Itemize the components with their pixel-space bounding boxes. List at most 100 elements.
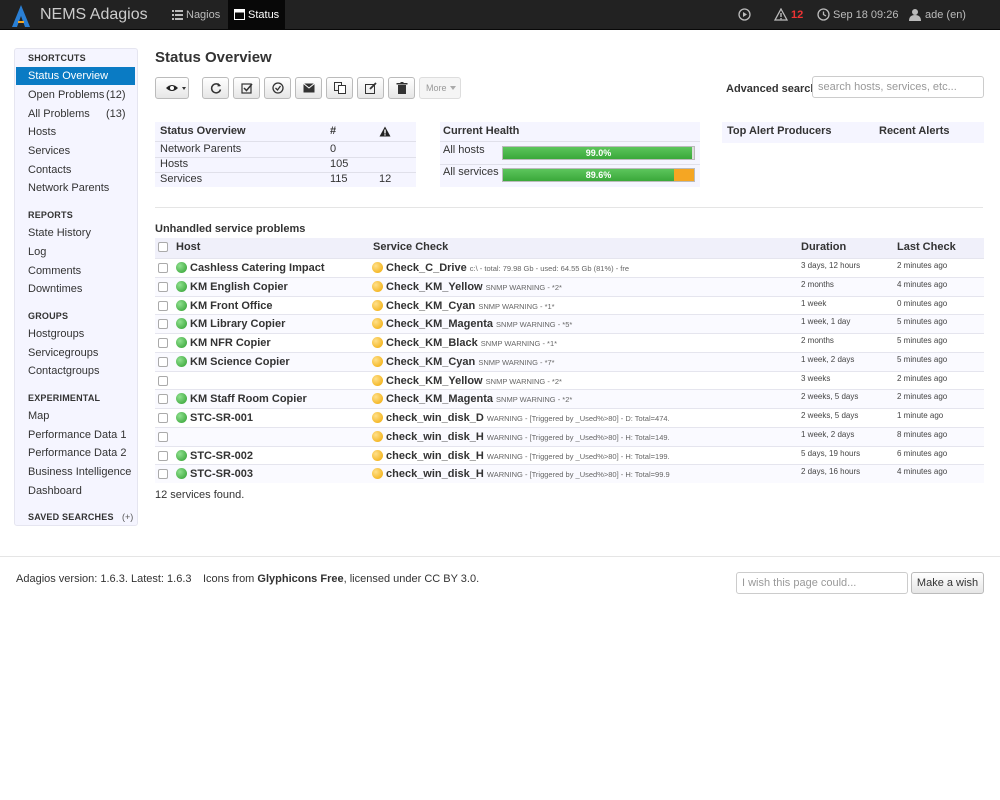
- downtime-button[interactable]: [264, 77, 291, 99]
- host-name[interactable]: Cashless Catering Impact: [190, 259, 325, 277]
- host-name[interactable]: KM NFR Copier: [190, 334, 271, 352]
- row-checkbox[interactable]: [158, 431, 168, 442]
- service-check[interactable]: Check_KM_Cyan SNMP WARNING - *7*: [386, 353, 786, 372]
- sidebar-item-hosts[interactable]: Hosts: [16, 123, 135, 141]
- service-check[interactable]: check_win_disk_H WARNING - [Triggered by…: [386, 465, 786, 484]
- host-name[interactable]: KM Library Copier: [190, 315, 285, 333]
- service-name[interactable]: Check_KM_Black: [386, 337, 478, 349]
- copy-button[interactable]: [326, 77, 353, 99]
- sidebar-item-dashboard[interactable]: Dashboard: [16, 482, 135, 500]
- row-checkbox[interactable]: [158, 356, 168, 367]
- overview-problem-count[interactable]: 12: [374, 172, 391, 187]
- nav-status[interactable]: Status: [228, 0, 285, 30]
- alerts-indicator[interactable]: 12: [774, 0, 806, 30]
- make-a-wish-button[interactable]: Make a wish: [911, 572, 984, 594]
- sidebar-item-hostgroups[interactable]: Hostgroups: [16, 325, 135, 343]
- table-row[interactable]: check_win_disk_H WARNING - [Triggered by…: [155, 426, 984, 447]
- service-name[interactable]: Check_KM_Cyan: [386, 300, 475, 312]
- table-row[interactable]: KM Staff Room Copier Check_KM_Magenta SNM…: [155, 389, 984, 409]
- row-checkbox[interactable]: [158, 375, 168, 386]
- acknowledge-button[interactable]: [233, 77, 260, 99]
- service-name[interactable]: Check_KM_Magenta: [386, 393, 493, 405]
- add-saved-search-button[interactable]: (+): [122, 512, 133, 522]
- sidebar-item-all-problems[interactable]: All Problems (13): [16, 105, 135, 123]
- services-health-bar[interactable]: 89.6%: [502, 168, 695, 182]
- sidebar-item-log[interactable]: Log: [16, 243, 135, 261]
- column-duration[interactable]: Duration: [801, 238, 846, 257]
- glyphicons-link[interactable]: Glyphicons Free: [257, 573, 343, 585]
- more-dropdown-button[interactable]: More: [419, 77, 461, 99]
- table-row[interactable]: STC-SR-001 check_win_disk_D WARNING - [Tr…: [155, 408, 984, 427]
- user-menu[interactable]: ade (en): [909, 0, 989, 30]
- overview-row-network-parents[interactable]: Network Parents: [155, 142, 241, 157]
- service-name[interactable]: check_win_disk_H: [386, 450, 484, 462]
- table-row[interactable]: KM Library Copier Check_KM_Magenta SNMP W…: [155, 314, 984, 334]
- service-check[interactable]: Check_KM_Yellow SNMP WARNING - *2*: [386, 372, 786, 391]
- table-row[interactable]: Check_KM_Yellow SNMP WARNING - *2* 3 week…: [155, 370, 984, 391]
- sidebar-item-services[interactable]: Services: [16, 142, 135, 160]
- service-check[interactable]: check_win_disk_H WARNING - [Triggered by…: [386, 428, 786, 447]
- sidebar-item-network-parents[interactable]: Network Parents: [16, 179, 135, 197]
- host-name[interactable]: STC-SR-001: [190, 409, 253, 427]
- sidebar-item-comments[interactable]: Comments: [16, 262, 135, 280]
- service-check[interactable]: Check_KM_Yellow SNMP WARNING - *2*: [386, 278, 786, 297]
- sidebar-item-open-problems[interactable]: Open Problems (12): [16, 86, 135, 104]
- service-check[interactable]: Check_KM_Magenta SNMP WARNING - *5*: [386, 315, 786, 334]
- sidebar-item-servicegroups[interactable]: Servicegroups: [16, 344, 135, 362]
- sidebar-item-performance-data-1[interactable]: Performance Data 1: [16, 426, 135, 444]
- sidebar-item-business-intelligence[interactable]: Business Intelligence: [16, 463, 135, 481]
- wish-input[interactable]: [736, 572, 908, 594]
- edit-button[interactable]: [357, 77, 384, 99]
- advanced-search-link[interactable]: Advanced search: [726, 83, 817, 95]
- row-checkbox[interactable]: [158, 338, 168, 348]
- service-name[interactable]: Check_C_Drive: [386, 262, 467, 274]
- row-checkbox[interactable]: [158, 319, 168, 330]
- sidebar-item-contactgroups[interactable]: Contactgroups: [16, 362, 135, 380]
- host-name[interactable]: KM English Copier: [190, 278, 288, 296]
- host-name[interactable]: STC-SR-003: [190, 465, 253, 483]
- service-name[interactable]: Check_KM_Cyan: [386, 356, 475, 368]
- table-row[interactable]: KM Front Office Check_KM_Cyan SNMP WARNIN…: [155, 295, 984, 316]
- row-checkbox[interactable]: [158, 413, 168, 423]
- service-name[interactable]: check_win_disk_H: [386, 468, 484, 480]
- table-row[interactable]: KM English Copier Check_KM_Yellow SNMP WA…: [155, 276, 984, 297]
- play-button[interactable]: [738, 0, 752, 30]
- service-check[interactable]: Check_KM_Magenta SNMP WARNING - *2*: [386, 390, 786, 409]
- row-checkbox[interactable]: [158, 394, 168, 405]
- table-row[interactable]: STC-SR-003 check_win_disk_H WARNING - [Tr…: [155, 464, 984, 484]
- refresh-button[interactable]: [202, 77, 229, 99]
- table-row[interactable]: KM Science Copier Check_KM_Cyan SNMP WARN…: [155, 351, 984, 372]
- sidebar-item-downtimes[interactable]: Downtimes: [16, 280, 135, 298]
- hosts-health-bar[interactable]: 99.0%: [502, 146, 695, 160]
- send-notification-button[interactable]: [295, 77, 322, 99]
- service-check[interactable]: Check_KM_Black SNMP WARNING - *1*: [386, 334, 786, 353]
- row-checkbox[interactable]: [158, 281, 168, 292]
- service-check[interactable]: Check_C_Drive c:\ - total: 79.98 Gb - us…: [386, 259, 786, 278]
- service-check[interactable]: Check_KM_Cyan SNMP WARNING - *1*: [386, 297, 786, 316]
- row-checkbox[interactable]: [158, 450, 168, 461]
- delete-button[interactable]: [388, 77, 415, 99]
- sidebar-item-map[interactable]: Map: [16, 407, 135, 425]
- service-name[interactable]: Check_KM_Magenta: [386, 318, 493, 330]
- column-service-check[interactable]: Service Check: [373, 238, 448, 257]
- service-name[interactable]: check_win_disk_D: [386, 412, 484, 424]
- search-input[interactable]: [812, 76, 984, 98]
- license-link[interactable]: CC BY 3.0: [424, 573, 476, 585]
- sidebar-item-performance-data-2[interactable]: Performance Data 2: [16, 444, 135, 462]
- service-check[interactable]: check_win_disk_D WARNING - [Triggered by…: [386, 409, 786, 428]
- table-row[interactable]: Cashless Catering Impact Check_C_Drive c:…: [155, 258, 984, 277]
- sidebar-item-contacts[interactable]: Contacts: [16, 161, 135, 179]
- service-check[interactable]: check_win_disk_H WARNING - [Triggered by…: [386, 447, 786, 466]
- nav-nagios[interactable]: Nagios: [166, 0, 226, 30]
- row-checkbox[interactable]: [158, 469, 168, 480]
- table-row[interactable]: STC-SR-002 check_win_disk_H WARNING - [Tr…: [155, 445, 984, 466]
- overview-row-services[interactable]: Services: [155, 172, 202, 187]
- column-last-check[interactable]: Last Check: [897, 238, 956, 257]
- host-name[interactable]: KM Front Office: [190, 297, 273, 315]
- host-name[interactable]: KM Science Copier: [190, 353, 290, 371]
- row-checkbox[interactable]: [158, 300, 168, 311]
- service-name[interactable]: Check_KM_Yellow: [386, 281, 483, 293]
- adagios-logo-icon[interactable]: [10, 4, 32, 28]
- sidebar-item-status-overview[interactable]: Status Overview: [16, 67, 135, 85]
- host-name[interactable]: STC-SR-002: [190, 447, 253, 465]
